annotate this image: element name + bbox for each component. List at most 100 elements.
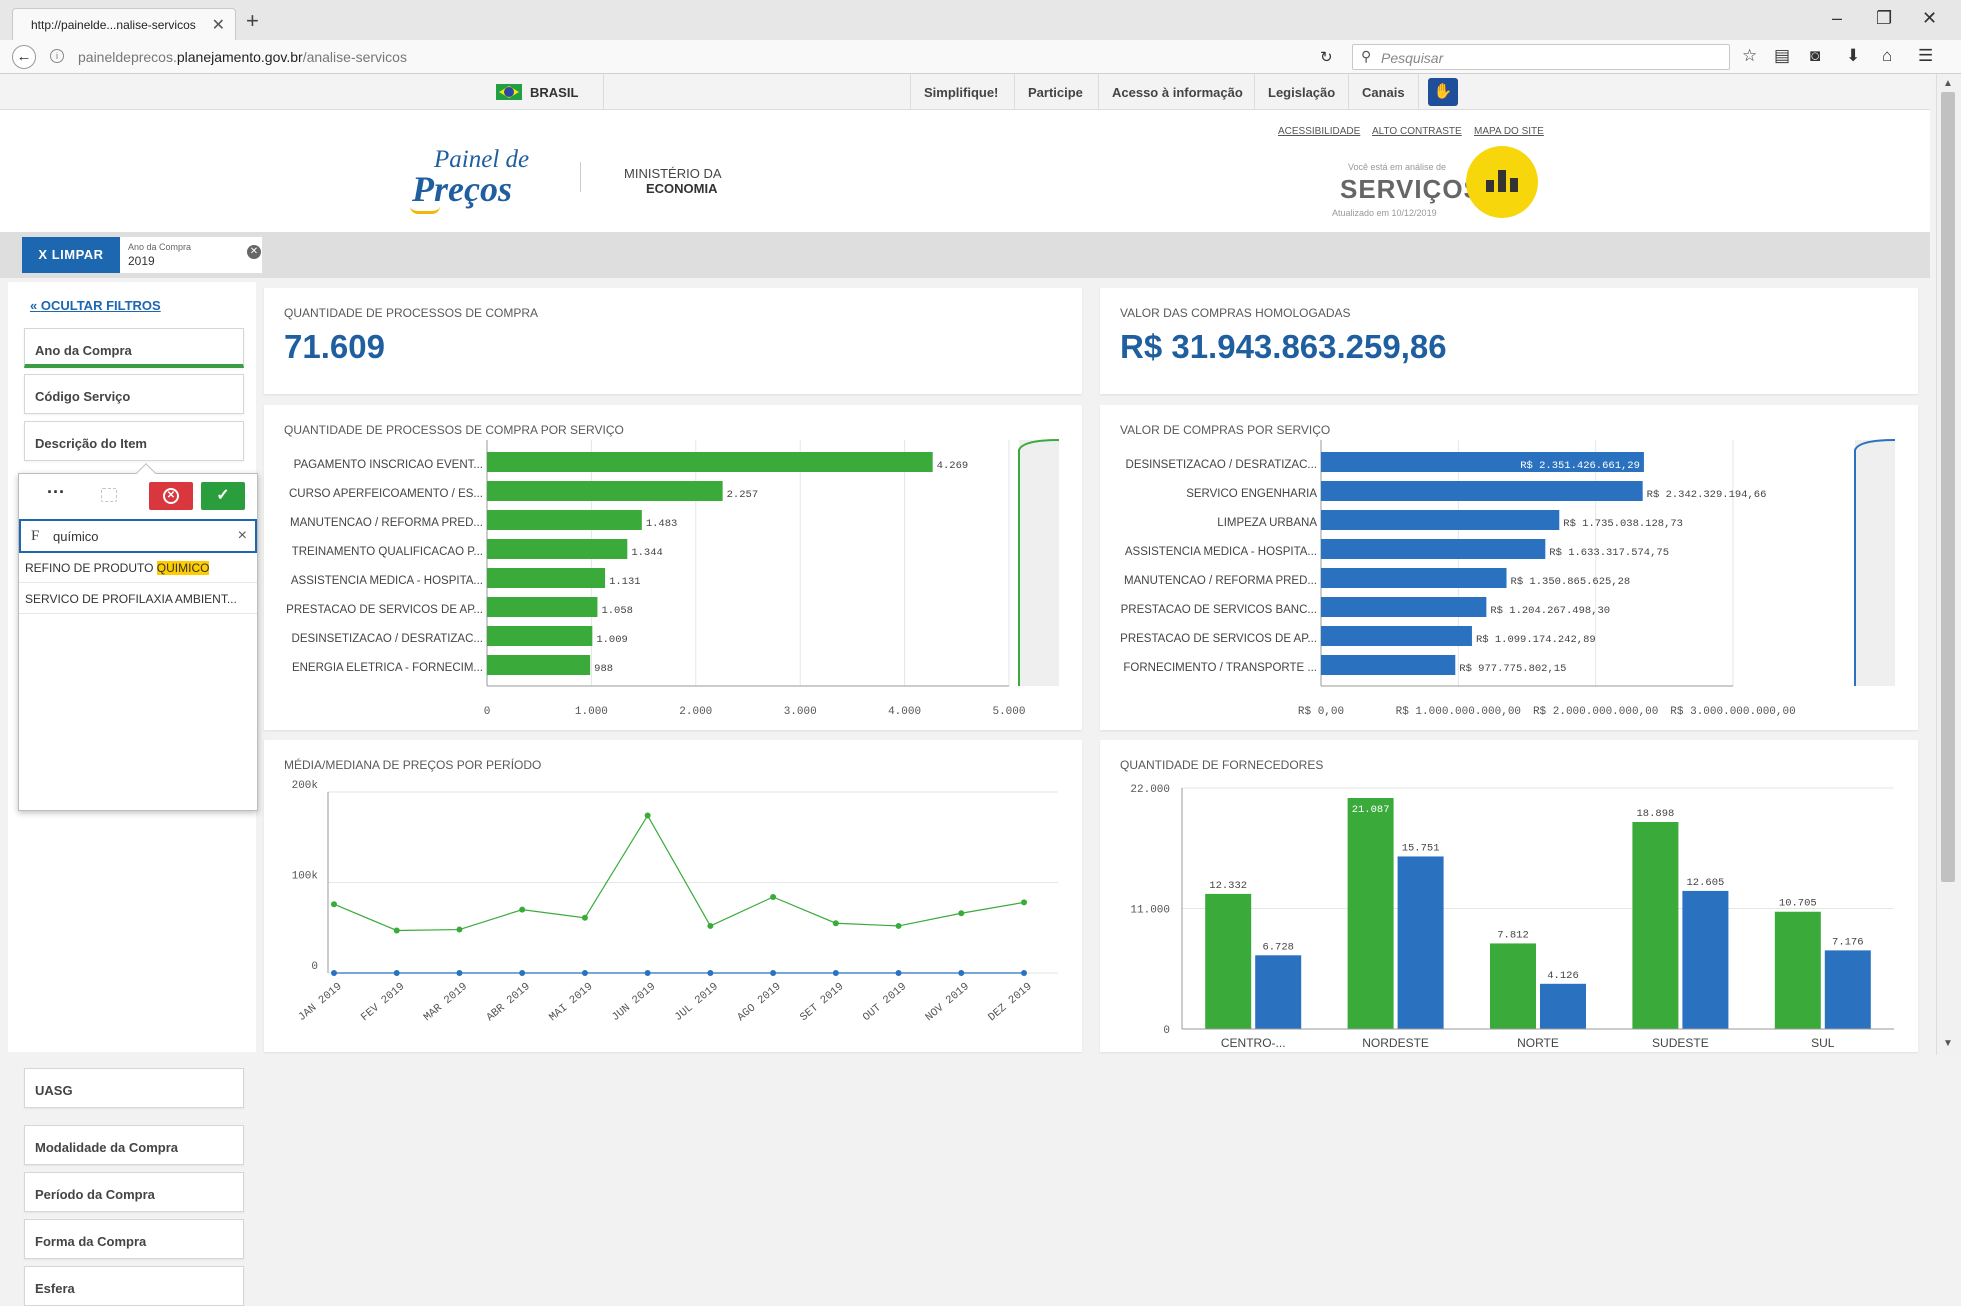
close-tab-icon[interactable]: ✕ bbox=[212, 15, 225, 35]
back-arrow-icon[interactable]: ← bbox=[12, 45, 36, 69]
filter-uasg[interactable]: UASG bbox=[24, 1068, 244, 1108]
filter-label: UASG bbox=[35, 1083, 73, 1098]
bar bbox=[487, 568, 606, 588]
bar bbox=[1682, 890, 1729, 1029]
data-point bbox=[832, 920, 839, 927]
window-close-icon[interactable]: ✕ bbox=[1922, 8, 1937, 29]
cancel-selection-button[interactable]: ✕ bbox=[149, 482, 193, 510]
link-alto-contraste[interactable]: ALTO CONTRASTE bbox=[1372, 126, 1462, 137]
scroll-down-icon[interactable]: ▼ bbox=[1943, 1038, 1953, 1049]
hide-filters-link[interactable]: « OCULTAR FILTROS bbox=[30, 298, 161, 313]
bar bbox=[1490, 943, 1536, 1029]
info-icon[interactable]: i bbox=[50, 49, 64, 63]
search-icon: ⚲ bbox=[1361, 48, 1372, 64]
reading-list-icon[interactable]: ▤ bbox=[1774, 46, 1790, 66]
x-tick-label: ABR 2019 bbox=[485, 981, 533, 1024]
filter-periodo-da-compra[interactable]: Período da Compra bbox=[24, 1172, 244, 1212]
browser-nav-bar: ← i paineldeprecos.planejamento.gov.br/a… bbox=[0, 40, 1961, 74]
category-label: NORTE bbox=[1517, 1036, 1559, 1050]
confirm-selection-button[interactable]: ✓ bbox=[201, 482, 245, 510]
selection-chip[interactable]: Ano da Compra 2019 bbox=[120, 237, 262, 273]
category-label: SUDESTE bbox=[1652, 1036, 1709, 1050]
data-label: 988 bbox=[594, 663, 613, 675]
filter-esfera[interactable]: Esfera bbox=[24, 1266, 244, 1306]
scroll-thumb[interactable] bbox=[1941, 92, 1955, 882]
bar-chart-icon[interactable] bbox=[1466, 146, 1538, 218]
clear-search-icon[interactable]: × bbox=[238, 527, 247, 545]
mini-chart-scroller bbox=[1855, 440, 1895, 686]
menu-icon[interactable]: ☰ bbox=[1918, 46, 1933, 66]
home-icon[interactable]: ⌂ bbox=[1882, 46, 1892, 66]
y-tick-label: 22.000 bbox=[1130, 784, 1170, 796]
filter-ano-da-compra[interactable]: Ano da Compra bbox=[24, 328, 244, 368]
data-point bbox=[581, 970, 588, 976]
filter-modalidade-da-compra[interactable]: Modalidade da Compra bbox=[24, 1125, 244, 1165]
bookmark-star-icon[interactable]: ☆ bbox=[1742, 46, 1757, 66]
filter-descricao-do-item[interactable]: Descrição do Item bbox=[24, 421, 244, 461]
y-tick-label: 100k bbox=[292, 871, 319, 883]
kpi-card-processos[interactable]: QUANTIDADE DE PROCESSOS DE COMPRA 71.609 bbox=[264, 288, 1082, 394]
gov-country-link[interactable]: BRASIL bbox=[530, 85, 578, 100]
chart-card-media-mediana: MÉDIA/MEDIANA DE PREÇOS POR PERÍODO 0 100… bbox=[264, 740, 1082, 1052]
series-line bbox=[333, 814, 1025, 932]
precos-line-chart[interactable]: 0 100k 200k JAN 2019 FEV 2019 MAR 2019 ABR 201… bbox=[264, 740, 1082, 1052]
data-point bbox=[331, 901, 337, 908]
browser-search-input[interactable]: ⚲ Pesquisar bbox=[1352, 44, 1730, 70]
filter-label: Descrição do Item bbox=[35, 436, 147, 451]
filter-search-input[interactable]: F químico × bbox=[19, 519, 257, 553]
clear-selections-button[interactable]: X LIMPAR bbox=[22, 237, 120, 273]
x-tick-label: 1.000 bbox=[575, 706, 608, 718]
category-label: ENERGIA ELETRICA - FORNECIM... bbox=[292, 662, 483, 674]
category-label: TREINAMENTO QUALIFICACAO P... bbox=[292, 546, 483, 558]
search-result-item[interactable]: REFINO DE PRODUTO QUIMICO bbox=[19, 553, 257, 583]
lock-icon[interactable] bbox=[101, 488, 117, 502]
pocket-icon[interactable]: ◙ bbox=[1810, 46, 1820, 66]
bar bbox=[1321, 655, 1456, 675]
category-label: LIMPEZA URBANA bbox=[1217, 517, 1317, 529]
gov-link-legislacao[interactable]: Legislação bbox=[1268, 85, 1335, 100]
gov-link-acesso-informacao[interactable]: Acesso à informação bbox=[1112, 85, 1243, 100]
restore-icon[interactable]: ❐ bbox=[1876, 8, 1892, 29]
site-header: Painel de Preços MINISTÉRIO DA ECONOMIA … bbox=[0, 110, 1930, 232]
reload-icon[interactable]: ↻ bbox=[1320, 48, 1333, 66]
y-tick-label: 200k bbox=[292, 780, 319, 792]
gov-link-canais[interactable]: Canais bbox=[1362, 85, 1405, 100]
browser-tab[interactable]: http://painelde...nalise-servicos ✕ bbox=[12, 8, 236, 40]
link-mapa-do-site[interactable]: MAPA DO SITE bbox=[1474, 126, 1544, 137]
valor-bar-chart[interactable]: R$ 0,00 R$ 1.000.000.000,00 R$ 2.000.000.0… bbox=[1100, 405, 1918, 730]
address-bar[interactable]: paineldeprecos.planejamento.gov.br/anali… bbox=[78, 49, 407, 65]
search-result-item[interactable]: SERVICO DE PROFILAXIA AMBIENT... bbox=[19, 584, 257, 614]
page-scrollbar[interactable]: ▲ ▼ bbox=[1936, 74, 1961, 1055]
new-tab-icon[interactable]: + bbox=[246, 8, 259, 34]
download-icon[interactable]: ⬇ bbox=[1846, 46, 1860, 66]
bar bbox=[1321, 539, 1546, 559]
processos-bar-chart[interactable]: 0 1.000 2.000 3.000 4.000 5.000 PAGAMENTO INSC… bbox=[264, 405, 1082, 730]
accessibility-hand-icon[interactable]: ✋ bbox=[1428, 78, 1458, 106]
category-label: DESINSETIZACAO / DESRATIZAC... bbox=[1126, 459, 1317, 471]
logo-swoosh bbox=[410, 206, 440, 214]
remove-selection-icon[interactable]: ✕ bbox=[247, 245, 261, 259]
data-label: R$ 977.775.802,15 bbox=[1459, 663, 1566, 675]
filter-codigo-servico[interactable]: Código Serviço bbox=[24, 374, 244, 414]
gov-link-participe[interactable]: Participe bbox=[1028, 85, 1083, 100]
tab-title: http://painelde...nalise-servicos bbox=[31, 18, 196, 32]
data-point bbox=[393, 927, 400, 934]
result-text: REFINO DE PRODUTO bbox=[25, 561, 157, 575]
minimize-icon[interactable]: – bbox=[1832, 8, 1842, 29]
link-acessibilidade[interactable]: ACESSIBILIDADE bbox=[1278, 126, 1360, 137]
filter-label: Ano da Compra bbox=[35, 343, 132, 358]
kpi-card-valor[interactable]: VALOR DAS COMPRAS HOMOLOGADAS R$ 31.943.… bbox=[1100, 288, 1918, 394]
fornecedores-bar-chart[interactable]: 0 11.000 22.000 12.332 6.728 CENTRO-... 21.087… bbox=[1100, 740, 1918, 1052]
x-tick-label: JAN 2019 bbox=[296, 981, 344, 1024]
more-options-icon[interactable]: ··· bbox=[47, 482, 65, 503]
analysis-title: SERVIÇOS bbox=[1340, 174, 1482, 204]
data-label: R$ 2.351.426.661,29 bbox=[1520, 460, 1640, 472]
bar bbox=[1397, 856, 1444, 1029]
bar bbox=[1321, 597, 1487, 617]
filter-forma-da-compra[interactable]: Forma da Compra bbox=[24, 1219, 244, 1259]
category-label: CENTRO-... bbox=[1221, 1036, 1286, 1050]
data-label: 1.131 bbox=[609, 576, 641, 588]
scroll-up-icon[interactable]: ▲ bbox=[1943, 78, 1953, 89]
gov-link-simplifique[interactable]: Simplifique! bbox=[924, 85, 998, 100]
filter-label: Código Serviço bbox=[35, 389, 131, 404]
